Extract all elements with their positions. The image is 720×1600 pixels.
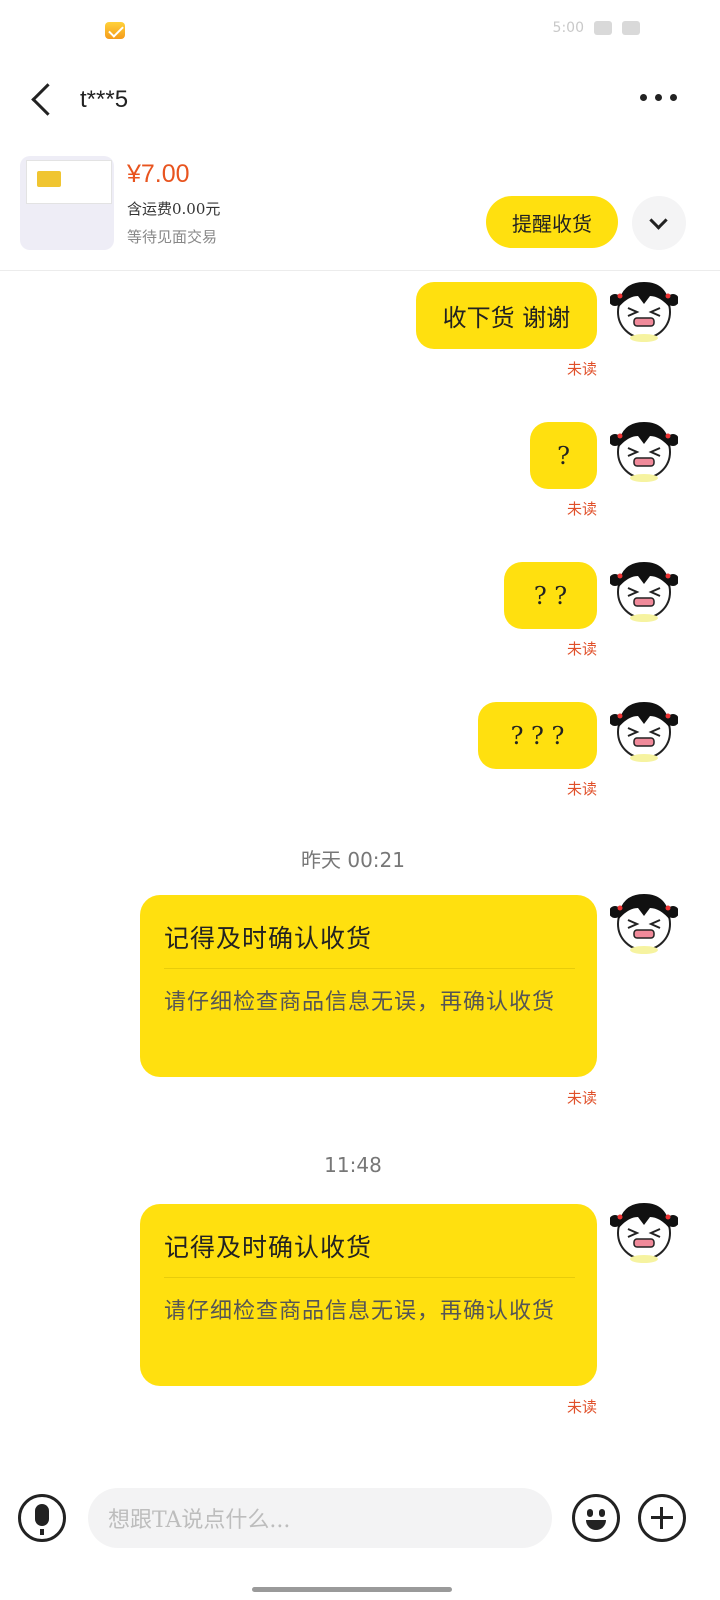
- card-title: 记得及时确认收货: [164, 1233, 373, 1262]
- user-avatar[interactable]: [610, 1195, 678, 1263]
- user-avatar[interactable]: [610, 694, 678, 762]
- unread-label: 未读: [566, 1089, 597, 1107]
- shipping-fee: 含运费0.00元: [127, 200, 221, 218]
- user-avatar[interactable]: [610, 554, 678, 622]
- status-icons: 5:00: [553, 20, 640, 36]
- status-time: 5:00: [552, 20, 584, 36]
- mic-icon[interactable]: [18, 1494, 66, 1542]
- chat-header: t***5: [0, 64, 720, 136]
- mail-icon: [105, 22, 125, 39]
- user-avatar[interactable]: [610, 886, 678, 954]
- plus-icon[interactable]: [638, 1494, 686, 1542]
- status-bar: 5:00: [0, 0, 720, 64]
- message-input[interactable]: 想跟TA说点什么...: [88, 1488, 552, 1548]
- trade-status: 等待见面交易: [127, 228, 218, 246]
- unread-label: 未读: [566, 1398, 597, 1416]
- product-bar: ¥7.00 含运费0.00元 等待见面交易 提醒收货: [0, 140, 720, 271]
- card-title: 记得及时确认收货: [164, 924, 373, 953]
- unread-label: 未读: [566, 500, 597, 518]
- card-body: 请仔细检查商品信息无误，再确认收货: [164, 1299, 556, 1324]
- timestamp: 昨天 00:21: [301, 848, 405, 872]
- card-body: 请仔细检查商品信息无误，再确认收货: [164, 990, 556, 1015]
- remind-receipt-button[interactable]: 提醒收货: [486, 196, 618, 248]
- unread-label: 未读: [566, 640, 597, 658]
- message-bubble[interactable]: ? ? ?: [478, 702, 597, 769]
- more-icon[interactable]: [640, 94, 686, 106]
- product-thumbnail[interactable]: [20, 156, 114, 250]
- emoji-icon[interactable]: [572, 1494, 620, 1542]
- message-bubble[interactable]: ? ?: [504, 562, 597, 629]
- chat-title: t***5: [80, 86, 129, 113]
- chevron-down-icon[interactable]: [632, 196, 686, 250]
- confirm-receipt-card[interactable]: 记得及时确认收货 请仔细检查商品信息无误，再确认收货: [140, 1204, 597, 1386]
- confirm-receipt-card[interactable]: 记得及时确认收货 请仔细检查商品信息无误，再确认收货: [140, 895, 597, 1077]
- user-avatar[interactable]: [610, 414, 678, 482]
- battery-icon: [594, 21, 612, 35]
- user-avatar[interactable]: [610, 274, 678, 342]
- timestamp: 11:48: [324, 1153, 382, 1177]
- signal-icon: [622, 21, 640, 35]
- divider: [164, 1277, 575, 1278]
- divider: [164, 968, 575, 969]
- message-bubble[interactable]: ?: [530, 422, 597, 489]
- unread-label: 未读: [566, 360, 597, 378]
- back-icon[interactable]: [26, 82, 60, 118]
- message-bubble[interactable]: 收下货 谢谢: [416, 282, 597, 349]
- home-indicator[interactable]: [252, 1587, 452, 1592]
- product-price: ¥7.00: [127, 160, 190, 188]
- unread-label: 未读: [566, 780, 597, 798]
